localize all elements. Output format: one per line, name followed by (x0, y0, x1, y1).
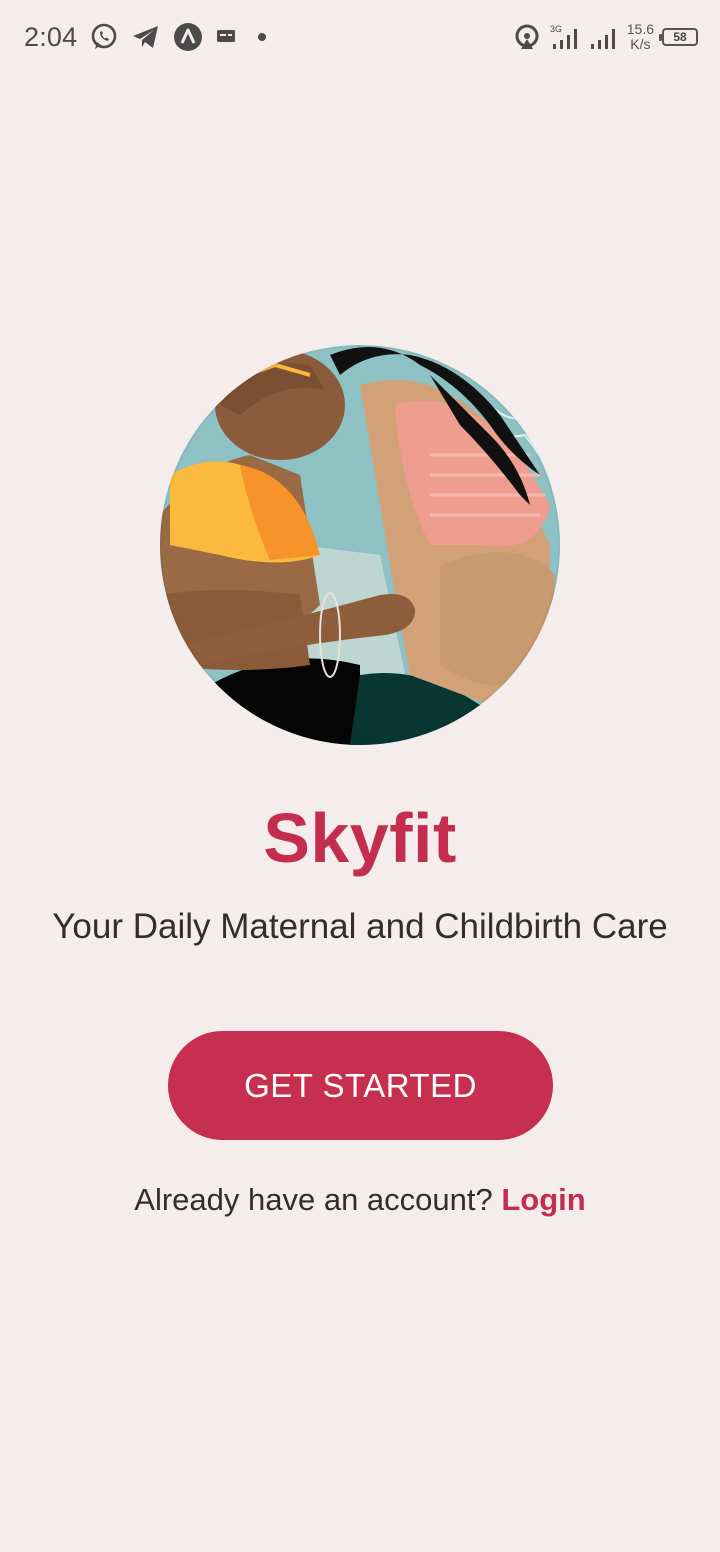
brand-title: Skyfit (263, 799, 457, 877)
login-link[interactable]: Login (501, 1182, 585, 1217)
status-left: 2:04 (24, 18, 273, 56)
login-prompt: Already have an account? (134, 1182, 493, 1217)
network-speed: 15.6 K/s (627, 22, 654, 52)
get-started-button[interactable]: GET STARTED (168, 1031, 553, 1140)
status-time: 2:04 (24, 21, 78, 52)
network-speed-unit: K/s (630, 36, 651, 52)
telegram-icon (131, 22, 161, 52)
app-a-icon (173, 22, 203, 52)
status-bar: 2:04 3G 15.6 K/s 58 (0, 0, 720, 74)
hero-illustration (160, 345, 560, 745)
get-started-label: GET STARTED (244, 1066, 477, 1104)
signal-3g-icon: 3G (549, 22, 581, 52)
battery-icon: 58 (659, 28, 698, 46)
battery-level: 58 (673, 30, 687, 44)
status-right: 3G 15.6 K/s 58 (513, 18, 698, 56)
network-label: 3G (550, 24, 562, 34)
signal-icon (589, 22, 619, 52)
dot-icon (251, 26, 273, 48)
tagline: Your Daily Maternal and Childbirth Care (52, 907, 668, 946)
network-speed-value: 15.6 (626, 21, 654, 37)
message-icon (215, 26, 239, 48)
hotspot-icon (513, 22, 541, 52)
whatsapp-icon (89, 22, 119, 52)
login-row: Already have an account? Login (0, 1182, 720, 1218)
